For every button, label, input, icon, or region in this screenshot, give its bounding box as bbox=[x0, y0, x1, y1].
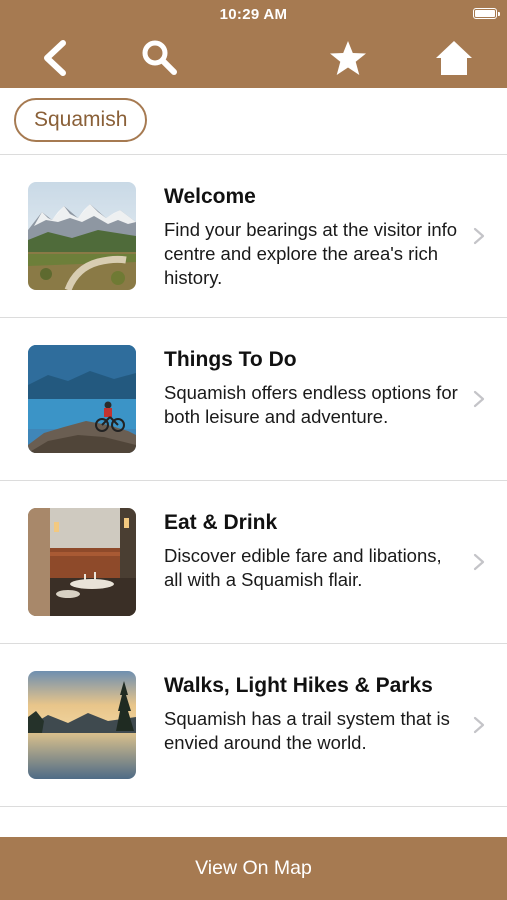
mountain-trail-photo bbox=[28, 182, 136, 290]
list-item-walks-hikes-parks[interactable]: Walks, Light Hikes & Parks Squamish has … bbox=[0, 644, 507, 807]
chevron-right-icon bbox=[473, 716, 485, 734]
item-title: Welcome bbox=[164, 185, 256, 208]
top-nav-bar: 10:29 AM bbox=[0, 0, 507, 88]
item-title: Walks, Light Hikes & Parks bbox=[164, 674, 433, 697]
item-title: Things To Do bbox=[164, 348, 297, 371]
filter-bar: Squamish bbox=[0, 88, 507, 155]
chevron-left-icon bbox=[44, 40, 66, 76]
favorites-button[interactable] bbox=[328, 38, 368, 78]
list-item-welcome[interactable]: Welcome Find your bearings at the visito… bbox=[0, 155, 507, 318]
app-screen: 10:29 AM Squamish Welcome Find your bear… bbox=[0, 0, 507, 900]
battery-icon bbox=[473, 8, 500, 19]
search-icon bbox=[142, 40, 177, 75]
item-description: Squamish offers endless options for both… bbox=[164, 382, 458, 427]
chevron-right-icon bbox=[473, 227, 485, 245]
item-description: Discover edible fare and libations, all … bbox=[164, 545, 442, 590]
star-icon bbox=[330, 41, 366, 75]
location-chip[interactable]: Squamish bbox=[14, 98, 148, 142]
restaurant-interior-photo bbox=[28, 508, 136, 616]
home-button[interactable] bbox=[434, 38, 474, 78]
item-description: Find your bearings at the visitor info c… bbox=[164, 219, 458, 288]
search-button[interactable] bbox=[140, 38, 180, 78]
list-item-things-to-do[interactable]: Things To Do Squamish offers endless opt… bbox=[0, 318, 507, 481]
view-on-map-button[interactable]: View On Map bbox=[0, 837, 507, 900]
lake-sunset-photo bbox=[28, 671, 136, 779]
chevron-right-icon bbox=[473, 553, 485, 571]
list-item-eat-drink[interactable]: Eat & Drink Discover edible fare and lib… bbox=[0, 481, 507, 644]
home-icon bbox=[436, 41, 472, 75]
item-title: Eat & Drink bbox=[164, 511, 278, 534]
category-list: Welcome Find your bearings at the visito… bbox=[0, 155, 507, 847]
mountain-biker-photo bbox=[28, 345, 136, 453]
item-description: Squamish has a trail system that is envi… bbox=[164, 708, 450, 753]
back-button[interactable] bbox=[34, 38, 74, 78]
chevron-right-icon bbox=[473, 390, 485, 408]
status-time: 10:29 AM bbox=[219, 6, 288, 23]
